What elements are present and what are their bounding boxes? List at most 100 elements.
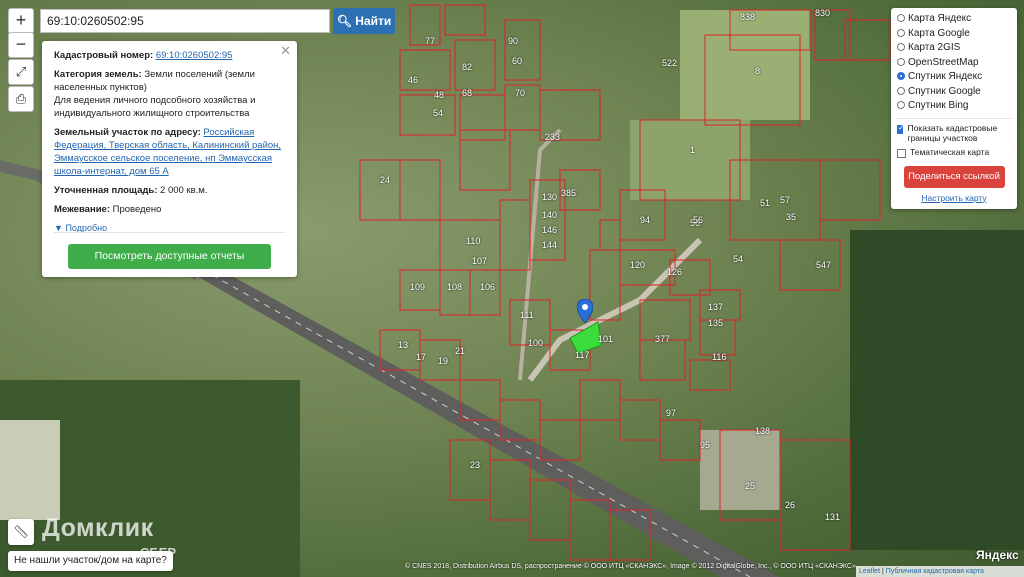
leaflet-link[interactable]: Leaflet — [859, 568, 880, 575]
yandex-logo: Яндекс — [976, 548, 1019, 562]
plot-number: 21 — [455, 346, 466, 356]
cadastral-boundaries — [359, 4, 891, 561]
plot-number: 522 — [662, 58, 678, 68]
address-row: Земельный участок по адресу: Российская … — [54, 126, 285, 178]
plot-number: 126 — [667, 267, 683, 277]
plot-number: 82 — [462, 62, 473, 72]
radio-button[interactable] — [897, 14, 905, 23]
details-row[interactable]: ▼ Подробно — [54, 222, 285, 235]
plot-number: 23 — [470, 460, 481, 470]
plot-number: 830 — [815, 8, 831, 18]
plot-number: 46 — [408, 75, 419, 85]
search-input[interactable] — [40, 9, 330, 33]
divider — [54, 232, 285, 233]
show-borders-toggle[interactable]: Показать кадастровые границы участков — [897, 123, 1011, 143]
plot-info-panel: ✕ Кадастровый номер: 69:10:0260502:95 Ка… — [42, 41, 297, 277]
fullscreen-icon[interactable]: ⤢ — [8, 59, 34, 85]
plot-number: 1 — [690, 145, 696, 155]
layer-option-google-map[interactable]: Карта Google — [897, 27, 1011, 42]
customize-map-row: Настроить карту — [897, 193, 1011, 203]
layer-option-bing-satellite[interactable]: Спутник Bing — [897, 99, 1011, 114]
plot-number: 135 — [708, 318, 724, 328]
plot-number: 140 — [542, 210, 558, 220]
plot-number: 233 — [545, 132, 561, 142]
layer-label: Спутник Google — [908, 85, 981, 97]
zoom-out-button[interactable]: − — [8, 32, 34, 58]
view-reports-button[interactable]: Посмотреть доступные отчеты — [68, 244, 271, 269]
plot-number: 385 — [561, 188, 577, 198]
plot-number: 35 — [786, 212, 797, 222]
not-found-button[interactable]: Не нашли участок/дом на карте? — [8, 551, 173, 571]
plot-number: 106 — [480, 282, 496, 292]
plot-number: 90 — [508, 36, 519, 46]
layer-option-2gis-map[interactable]: Карта 2GIS — [897, 41, 1011, 56]
map-layers-panel: Карта Яндекс Карта Google Карта 2GIS Ope… — [891, 8, 1017, 209]
survey-label: Межевание: — [54, 204, 110, 215]
plot-number: 57 — [780, 195, 791, 205]
plot-number: 97 — [666, 408, 677, 418]
radio-button[interactable] — [897, 57, 905, 66]
plot-number: 137 — [708, 302, 724, 312]
plot-number: 130 — [542, 192, 558, 202]
attribution-bar: Leaflet | Публичная кадастровая карта — [856, 566, 1024, 577]
layer-label: Карта Яндекс — [908, 13, 972, 24]
plot-number: 56 — [693, 215, 704, 225]
plot-number: 117 — [575, 350, 590, 360]
plot-number: 377 — [655, 334, 671, 344]
survey-value: Проведено — [112, 204, 162, 215]
checkbox-checked[interactable] — [897, 123, 905, 134]
plot-number: 25 — [745, 481, 756, 491]
search-button[interactable]: 🔍︎ Найти — [333, 8, 395, 34]
plot-number: 547 — [816, 260, 832, 270]
radio-button-selected[interactable] — [897, 72, 905, 81]
print-icon[interactable]: ⎙ — [8, 86, 34, 112]
plot-number: 111 — [520, 310, 534, 320]
zoom-in-button[interactable]: + — [8, 8, 34, 34]
clearing-area — [700, 430, 780, 510]
field-area — [680, 10, 810, 120]
thematic-map-toggle[interactable]: Тематическая карта — [897, 147, 1011, 158]
usage-value: Для ведения личного подсобного хозяйства… — [54, 95, 256, 119]
radio-button[interactable] — [897, 43, 905, 52]
plot-number: 19 — [438, 356, 449, 366]
divider — [897, 117, 1011, 119]
search-icon: 🔍︎ — [336, 14, 352, 28]
layer-option-google-satellite[interactable]: Спутник Google — [897, 85, 1011, 100]
layer-label: Спутник Bing — [908, 100, 969, 111]
plot-number: 17 — [416, 352, 427, 362]
layer-option-osm[interactable]: OpenStreetMap — [897, 56, 1011, 71]
area-row: Уточненная площадь: 2 000 кв.м. — [54, 184, 285, 197]
checkbox[interactable] — [897, 148, 906, 158]
ruler-icon[interactable]: 📏︎ — [8, 519, 34, 545]
cadastral-label: Кадастровый номер: — [54, 50, 154, 61]
layer-option-yandex-satellite[interactable]: Спутник Яндекс — [897, 70, 1011, 85]
plot-number: 54 — [433, 108, 444, 118]
cadastral-map-link[interactable]: Публичная кадастровая карта — [886, 568, 984, 575]
plot-number: 838 — [740, 12, 756, 22]
category-row: Категория земель: Земли поселений (земли… — [54, 68, 285, 120]
close-icon[interactable]: ✕ — [280, 44, 291, 57]
radio-button[interactable] — [897, 101, 905, 110]
cadastral-number-link[interactable]: 69:10:0260502:95 — [156, 50, 233, 61]
radio-button[interactable] — [897, 28, 905, 37]
plot-number: 70 — [515, 88, 526, 98]
copyright-text: © CNES 2018, Distribution Airbus DS, рас… — [405, 563, 856, 570]
share-link-button[interactable]: Поделиться ссылкой — [903, 165, 1005, 188]
plot-number: 95 — [700, 440, 711, 450]
cadastral-row: Кадастровый номер: 69:10:0260502:95 — [54, 49, 285, 62]
plot-number: 77 — [425, 36, 436, 46]
plot-number: 101 — [598, 334, 614, 344]
thematic-label: Тематическая карта — [910, 146, 990, 157]
forest-area — [850, 230, 1024, 550]
plot-number: 110 — [466, 236, 481, 246]
plot-number: 26 — [785, 500, 796, 510]
plot-number: 108 — [447, 282, 463, 292]
sand-area — [0, 420, 60, 520]
radio-button[interactable] — [897, 86, 905, 95]
show-borders-label: Показать кадастровые границы участков — [907, 122, 998, 143]
plot-number: 54 — [733, 254, 744, 264]
plot-number: 48 — [434, 90, 445, 100]
customize-map-link[interactable]: Настроить карту — [921, 193, 986, 203]
plot-number: 146 — [542, 225, 558, 235]
layer-option-yandex-map[interactable]: Карта Яндекс — [897, 12, 1011, 27]
